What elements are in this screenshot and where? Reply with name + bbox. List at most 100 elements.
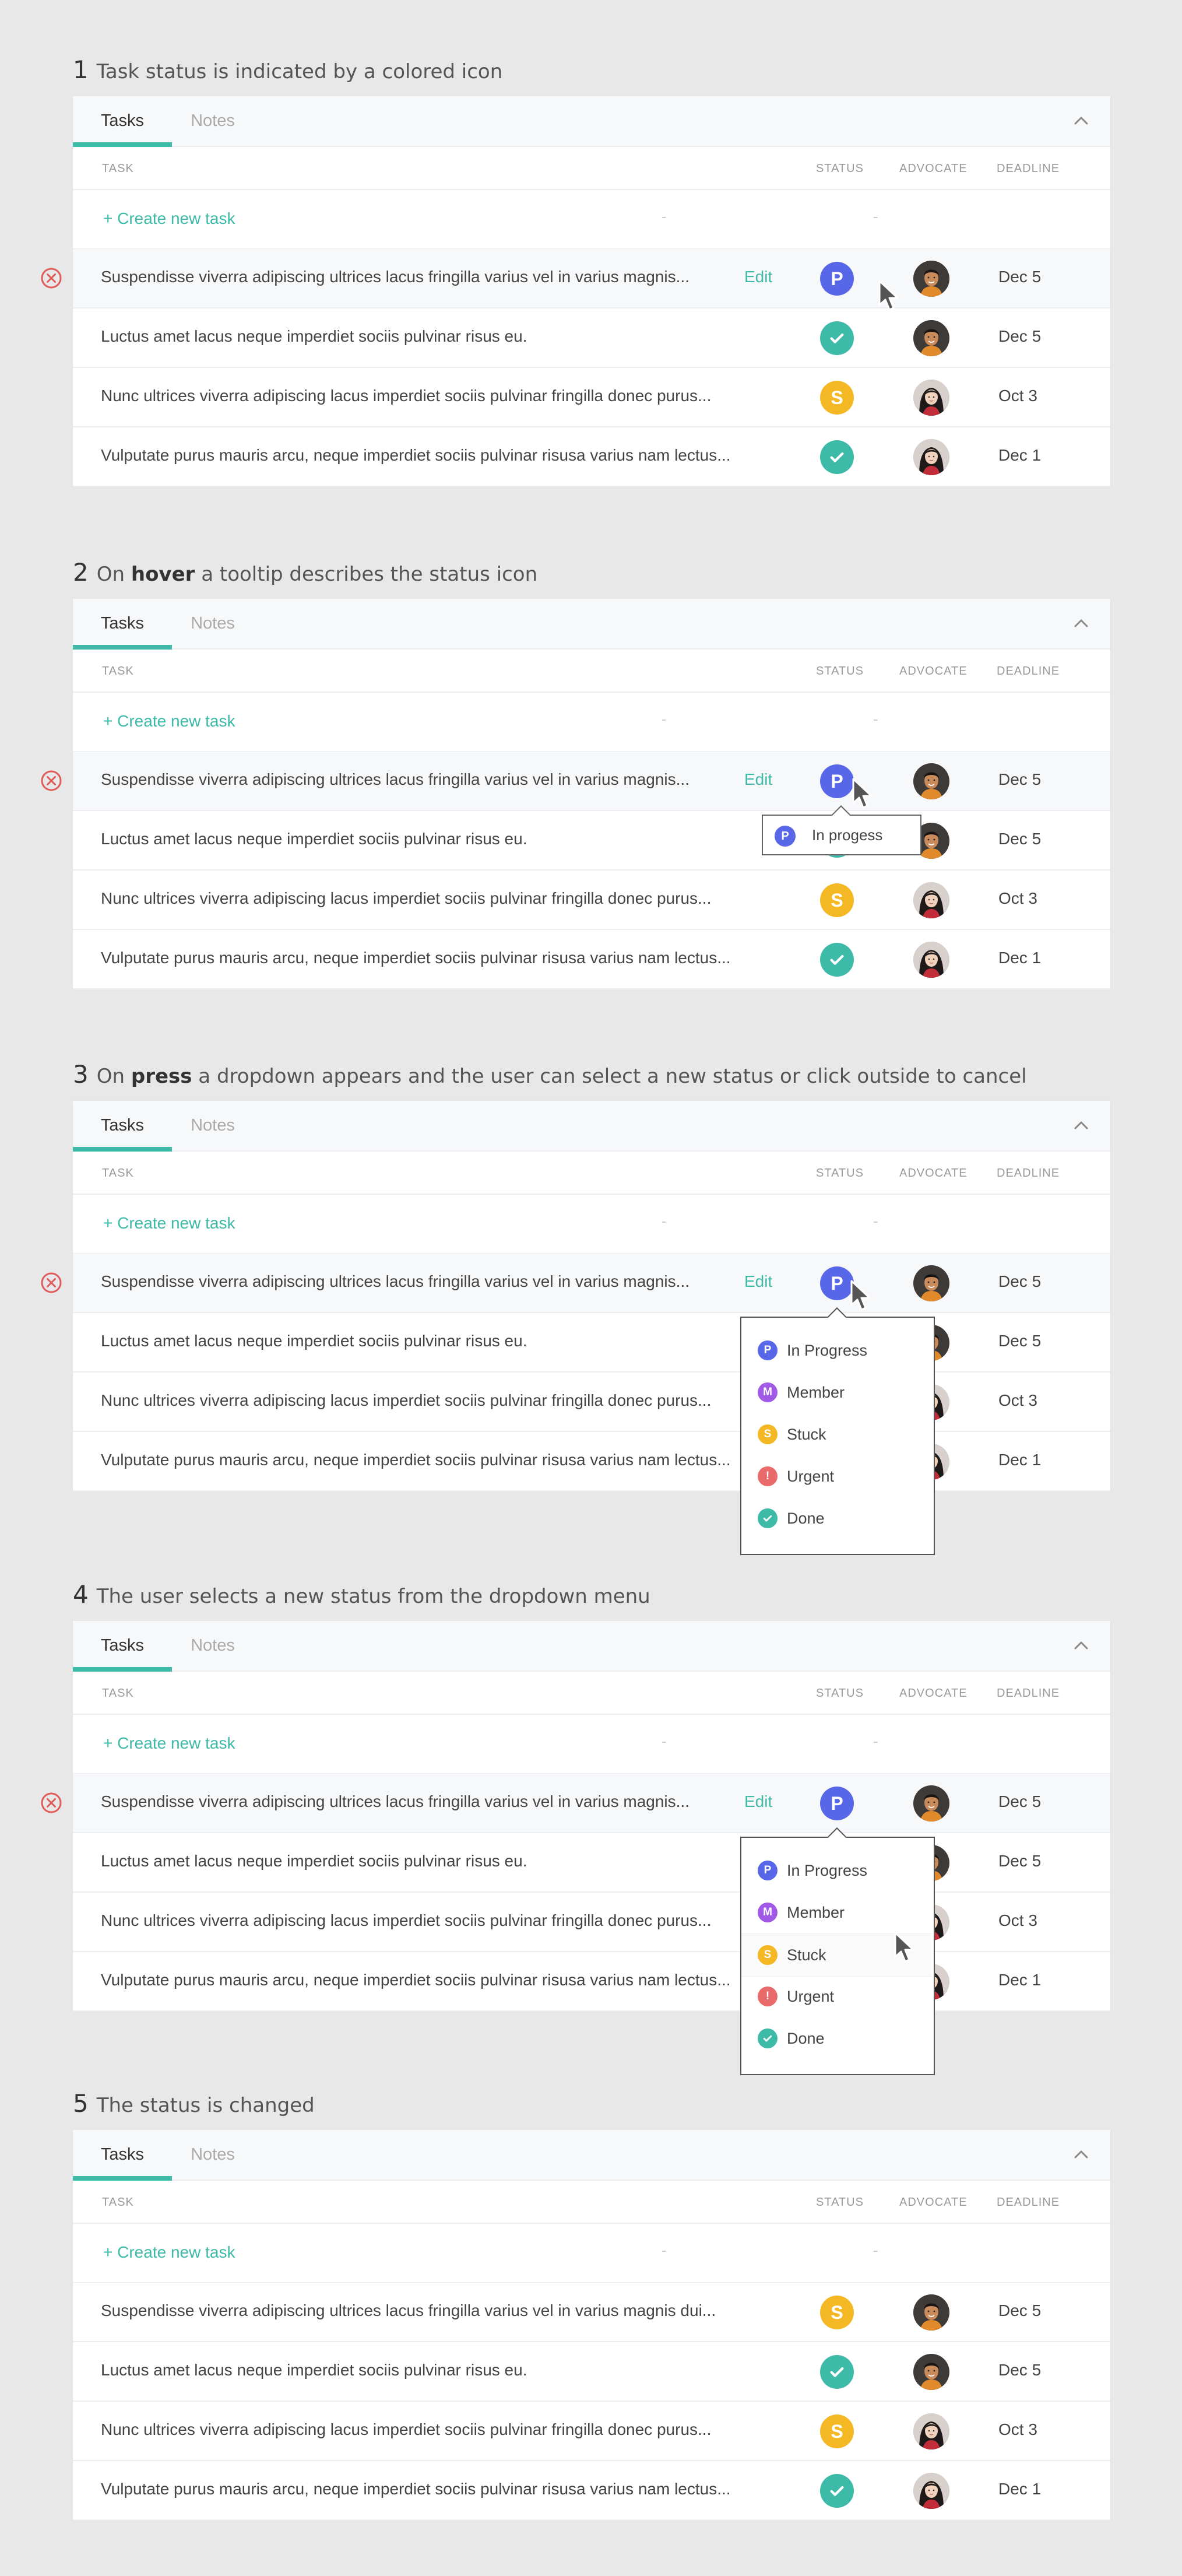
check-status-icon[interactable] — [820, 2474, 854, 2508]
avatar — [913, 2354, 949, 2390]
delete-icon[interactable] — [40, 1271, 63, 1294]
create-task-link[interactable]: + Create new task — [103, 1734, 235, 1753]
tab-notes[interactable]: Notes — [172, 1101, 254, 1150]
deadline: Dec 5 — [998, 1852, 1042, 1870]
table-row[interactable]: Vulputate purus mauris arcu, neque imper… — [73, 930, 1110, 989]
table-row[interactable]: Luctus amet lacus neque imperdiet sociis… — [73, 1313, 1110, 1373]
table-row[interactable]: Nunc ultrices viverra adipiscing lacus i… — [73, 871, 1110, 930]
table-row[interactable]: Suspendisse viverra adipiscing ultrices … — [73, 2283, 1110, 2342]
check-status-icon[interactable] — [820, 440, 854, 474]
table-row[interactable]: Suspendisse viverra adipiscing ultrices … — [73, 1774, 1110, 1833]
tasks-panel: Tasks Notes TASK STATUS ADVOCATE DEADLINE + Cr… — [73, 1621, 1110, 2012]
tab-bar: Tasks Notes — [73, 1621, 1110, 1672]
table-row[interactable]: Nunc ultrices viverra adipiscing lacus i… — [73, 368, 1110, 427]
edit-link[interactable]: Edit — [744, 770, 772, 789]
tab-notes[interactable]: Notes — [172, 1621, 254, 1670]
create-task-link[interactable]: + Create new task — [103, 712, 235, 731]
table-row[interactable]: Vulputate purus mauris arcu, neque imper… — [73, 1432, 1110, 1491]
tab-tasks[interactable]: Tasks — [73, 1101, 172, 1152]
column-deadline: DEADLINE — [997, 2196, 1060, 2209]
stuck-status-icon[interactable]: S — [820, 2414, 854, 2448]
in-progress-status-icon[interactable]: P — [820, 764, 854, 798]
in-progress-status-icon[interactable]: P — [820, 1787, 854, 1820]
dropdown-option-member[interactable]: M Member — [741, 1371, 931, 1413]
deadline: Dec 1 — [998, 2480, 1042, 2498]
task-text: Suspendisse viverra adipiscing ultrices … — [101, 770, 690, 788]
table-row[interactable]: Nunc ultrices viverra adipiscing lacus i… — [73, 1373, 1110, 1432]
tab-tasks[interactable]: Tasks — [73, 96, 172, 147]
dropdown-option-in-progress[interactable]: P In Progress — [741, 1329, 931, 1371]
chevron-up-icon[interactable] — [1070, 612, 1093, 635]
check-status-icon — [758, 1508, 778, 1528]
dropdown-option-stuck[interactable]: S Stuck — [741, 1413, 931, 1455]
deadline: Oct 3 — [998, 2420, 1037, 2438]
check-status-icon[interactable] — [820, 2355, 854, 2389]
tab-tasks[interactable]: Tasks — [73, 599, 172, 650]
chevron-up-icon[interactable] — [1070, 2143, 1093, 2166]
avatar — [913, 763, 949, 799]
deadline: Dec 1 — [998, 446, 1042, 464]
stuck-status-icon[interactable]: S — [820, 381, 854, 415]
table-row[interactable]: Vulputate purus mauris arcu, neque imper… — [73, 427, 1110, 487]
table-row[interactable]: Luctus amet lacus neque imperdiet sociis… — [73, 1833, 1110, 1893]
table-row[interactable]: Luctus amet lacus neque imperdiet sociis… — [73, 2342, 1110, 2402]
dropdown-option-label: Done — [787, 2030, 825, 2047]
delete-icon[interactable] — [40, 1791, 63, 1815]
table-row[interactable]: Suspendisse viverra adipiscing ultrices … — [73, 752, 1110, 811]
create-task-link[interactable]: + Create new task — [103, 1214, 235, 1233]
table-row[interactable]: Vulputate purus mauris arcu, neque imper… — [73, 2461, 1110, 2521]
table-row[interactable]: Vulputate purus mauris arcu, neque imper… — [73, 1952, 1110, 2012]
column-status: STATUS — [816, 1687, 864, 1700]
create-task-link[interactable]: + Create new task — [103, 2243, 235, 2262]
table-row[interactable]: Nunc ultrices viverra adipiscing lacus i… — [73, 2402, 1110, 2461]
dropdown-option-in-progress[interactable]: P In Progress — [741, 1849, 931, 1891]
deadline: Dec 5 — [998, 1792, 1042, 1810]
chevron-up-icon[interactable] — [1070, 109, 1093, 132]
task-text: Nunc ultrices viverra adipiscing lacus i… — [101, 387, 712, 405]
column-advocate: ADVOCATE — [899, 162, 968, 175]
step-title-text: Task status is indicated by a colored ic… — [96, 60, 503, 83]
deadline: Dec 1 — [998, 1971, 1042, 1989]
chevron-up-icon[interactable] — [1070, 1634, 1093, 1657]
dropdown-option-label: Stuck — [787, 1426, 826, 1443]
step-title: 5 The status is changed — [73, 2089, 315, 2118]
table-row[interactable]: Nunc ultrices viverra adipiscing lacus i… — [73, 1893, 1110, 1952]
task-text: Nunc ultrices viverra adipiscing lacus i… — [101, 1911, 712, 1929]
tab-notes[interactable]: Notes — [172, 96, 254, 146]
table-row[interactable]: Suspendisse viverra adipiscing ultrices … — [73, 1254, 1110, 1313]
tab-notes[interactable]: Notes — [172, 599, 254, 648]
delete-icon[interactable] — [40, 266, 63, 290]
delete-icon[interactable] — [40, 769, 63, 792]
table-row[interactable]: Luctus amet lacus neque imperdiet sociis… — [73, 308, 1110, 368]
step-title: 2 On hover a tooltip describes the status… — [73, 558, 537, 587]
edit-link[interactable]: Edit — [744, 1792, 772, 1811]
dropdown-option-done[interactable]: Done — [741, 2017, 931, 2059]
tab-tasks[interactable]: Tasks — [73, 1621, 172, 1672]
dropdown-option-member[interactable]: M Member — [741, 1891, 931, 1933]
tab-notes[interactable]: Notes — [172, 2130, 254, 2180]
tab-tasks[interactable]: Tasks — [73, 2130, 172, 2181]
check-status-icon[interactable] — [820, 943, 854, 977]
task-text: Vulputate purus mauris arcu, neque imper… — [101, 2480, 731, 2498]
step-title: 4 The user selects a new status from the … — [73, 1580, 650, 1609]
stuck-status-icon[interactable]: S — [820, 883, 854, 917]
dropdown-option-urgent[interactable]: ! Urgent — [741, 1975, 931, 2017]
avatar — [913, 2294, 949, 2331]
check-status-icon[interactable] — [820, 321, 854, 355]
edit-link[interactable]: Edit — [744, 1272, 772, 1291]
table-row[interactable]: Luctus amet lacus neque imperdiet sociis… — [73, 811, 1110, 871]
dropdown-option-done[interactable]: Done — [741, 1497, 931, 1539]
table-row[interactable]: Suspendisse viverra adipiscing ultrices … — [73, 249, 1110, 308]
urgent-status-icon: ! — [758, 1466, 778, 1486]
stuck-status-icon[interactable]: S — [820, 2296, 854, 2329]
avatar — [913, 439, 949, 475]
edit-link[interactable]: Edit — [744, 268, 772, 286]
chevron-up-icon[interactable] — [1070, 1114, 1093, 1137]
dropdown-option-urgent[interactable]: ! Urgent — [741, 1455, 931, 1497]
deadline: Dec 5 — [998, 1332, 1042, 1350]
create-task-link[interactable]: + Create new task — [103, 209, 235, 228]
column-header: TASK STATUS ADVOCATE DEADLINE — [73, 2181, 1110, 2224]
step-section: 4 The user selects a new status from the … — [0, 1580, 1182, 2075]
in-progress-status-icon[interactable]: P — [820, 262, 854, 296]
avatar — [913, 2413, 949, 2449]
